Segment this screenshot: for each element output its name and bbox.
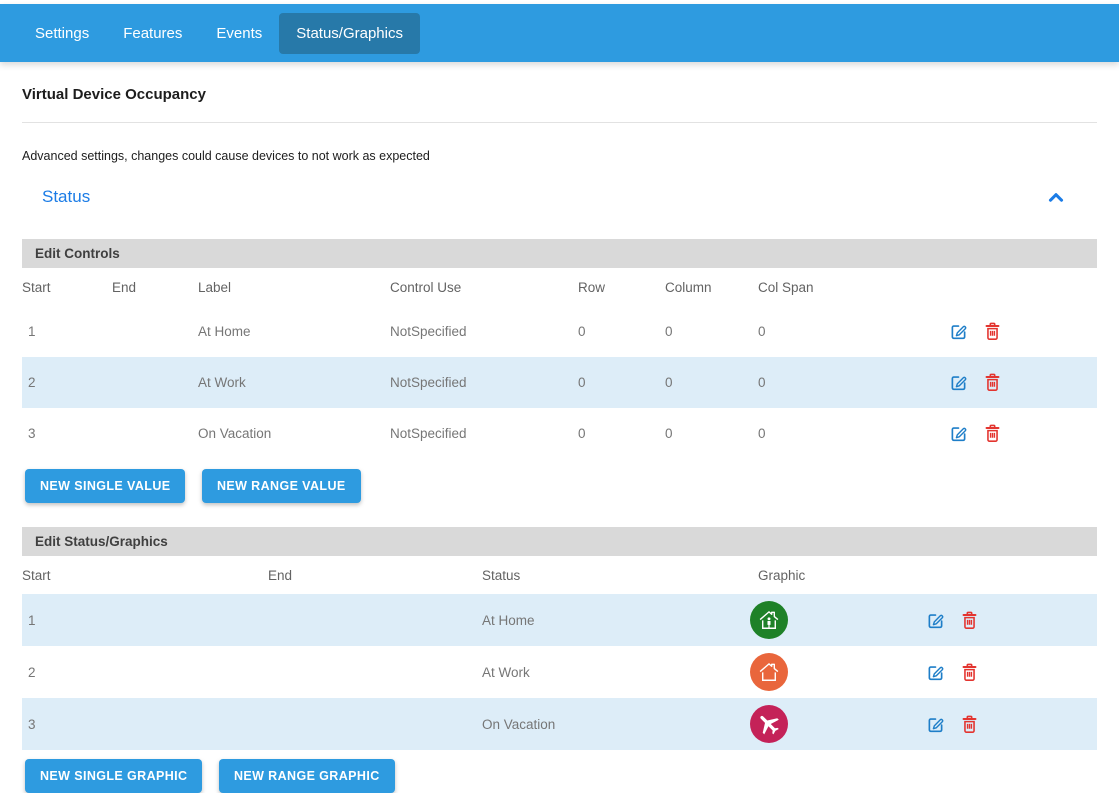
table-header-row: Start End Label Control Use Row Column C… <box>22 268 1097 306</box>
col-header-status: Status <box>482 556 758 594</box>
edit-controls-section-header: Edit Controls <box>22 239 1097 268</box>
edit-status-graphics-table: Start End Status Graphic 1 At Home <box>22 556 1097 750</box>
table-header-row: Start End Status Graphic <box>22 556 1097 594</box>
cell-column: 0 <box>665 408 758 459</box>
edit-icon[interactable] <box>948 372 969 393</box>
edit-controls-buttons: NEW SINGLE VALUE NEW RANGE VALUE <box>25 469 1097 503</box>
edit-status-graphics-buttons: NEW SINGLE GRAPHIC NEW RANGE GRAPHIC <box>25 759 1097 793</box>
new-single-value-button[interactable]: NEW SINGLE VALUE <box>25 469 185 503</box>
cell-control-use: NotSpecified <box>390 408 578 459</box>
advanced-settings-warning: Advanced settings, changes could cause d… <box>22 149 1097 163</box>
col-header-end: End <box>112 268 198 306</box>
chevron-up-icon[interactable] <box>1045 186 1067 208</box>
airplane-icon <box>750 705 788 743</box>
app-header: Settings Features Events Status/Graphics <box>0 4 1119 62</box>
edit-icon[interactable] <box>925 610 946 631</box>
col-header-label: Label <box>198 268 390 306</box>
cell-label: At Home <box>198 306 390 357</box>
status-collapsible-header[interactable]: Status <box>22 181 1097 213</box>
table-row: 1 At Home NotSpecified 0 0 0 <box>22 306 1097 357</box>
cell-col-span: 0 <box>758 357 948 408</box>
edit-icon[interactable] <box>948 321 969 342</box>
edit-controls-table: Start End Label Control Use Row Column C… <box>22 268 1097 459</box>
edit-status-graphics-section-header: Edit Status/Graphics <box>22 527 1097 556</box>
status-section-label: Status <box>42 187 90 207</box>
cell-start: 3 <box>22 698 268 750</box>
cell-start: 1 <box>22 594 268 646</box>
cell-col-span: 0 <box>758 306 948 357</box>
cell-control-use: NotSpecified <box>390 306 578 357</box>
page-title: Virtual Device Occupancy <box>22 62 1097 123</box>
col-header-start: Start <box>22 556 268 594</box>
col-header-end: End <box>268 556 482 594</box>
cell-end <box>268 646 482 698</box>
trash-icon[interactable] <box>982 372 1003 393</box>
home-empty-icon <box>750 653 788 691</box>
cell-control-use: NotSpecified <box>390 357 578 408</box>
edit-icon[interactable] <box>925 662 946 683</box>
edit-controls-title: Edit Controls <box>35 246 120 261</box>
table-row: 3 On Vacation NotSpecified 0 0 0 <box>22 408 1097 459</box>
cell-end <box>112 408 198 459</box>
cell-status: At Work <box>482 646 758 698</box>
home-occupied-icon <box>750 601 788 639</box>
col-header-control-use: Control Use <box>390 268 578 306</box>
col-header-graphic: Graphic <box>758 556 925 594</box>
new-range-value-button[interactable]: NEW RANGE VALUE <box>202 469 361 503</box>
cell-column: 0 <box>665 357 758 408</box>
cell-status: On Vacation <box>482 698 758 750</box>
cell-end <box>268 698 482 750</box>
cell-end <box>112 306 198 357</box>
edit-status-graphics-title: Edit Status/Graphics <box>35 534 168 549</box>
table-row: 2 At Work <box>22 646 1097 698</box>
cell-start: 2 <box>22 646 268 698</box>
cell-start: 3 <box>22 408 112 459</box>
cell-label: On Vacation <box>198 408 390 459</box>
tab-settings[interactable]: Settings <box>18 13 106 54</box>
trash-icon[interactable] <box>959 662 980 683</box>
col-header-col-span: Col Span <box>758 268 948 306</box>
cell-row: 0 <box>578 306 665 357</box>
col-header-column: Column <box>665 268 758 306</box>
main-content: Virtual Device Occupancy Advanced settin… <box>0 62 1119 793</box>
table-row: 2 At Work NotSpecified 0 0 0 <box>22 357 1097 408</box>
cell-row: 0 <box>578 408 665 459</box>
cell-label: At Work <box>198 357 390 408</box>
trash-icon[interactable] <box>982 423 1003 444</box>
col-header-row: Row <box>578 268 665 306</box>
trash-icon[interactable] <box>959 714 980 735</box>
tab-events[interactable]: Events <box>199 13 279 54</box>
table-row: 1 At Home <box>22 594 1097 646</box>
cell-col-span: 0 <box>758 408 948 459</box>
cell-start: 2 <box>22 357 112 408</box>
new-single-graphic-button[interactable]: NEW SINGLE GRAPHIC <box>25 759 202 793</box>
tab-status-graphics[interactable]: Status/Graphics <box>279 13 420 54</box>
cell-row: 0 <box>578 357 665 408</box>
col-header-start: Start <box>22 268 112 306</box>
col-header-actions <box>948 268 1097 306</box>
trash-icon[interactable] <box>982 321 1003 342</box>
edit-icon[interactable] <box>925 714 946 735</box>
cell-end <box>112 357 198 408</box>
col-header-actions <box>925 556 1097 594</box>
new-range-graphic-button[interactable]: NEW RANGE GRAPHIC <box>219 759 395 793</box>
cell-status: At Home <box>482 594 758 646</box>
cell-start: 1 <box>22 306 112 357</box>
cell-column: 0 <box>665 306 758 357</box>
tab-features[interactable]: Features <box>106 13 199 54</box>
edit-icon[interactable] <box>948 423 969 444</box>
table-row: 3 On Vacation <box>22 698 1097 750</box>
cell-end <box>268 594 482 646</box>
trash-icon[interactable] <box>959 610 980 631</box>
